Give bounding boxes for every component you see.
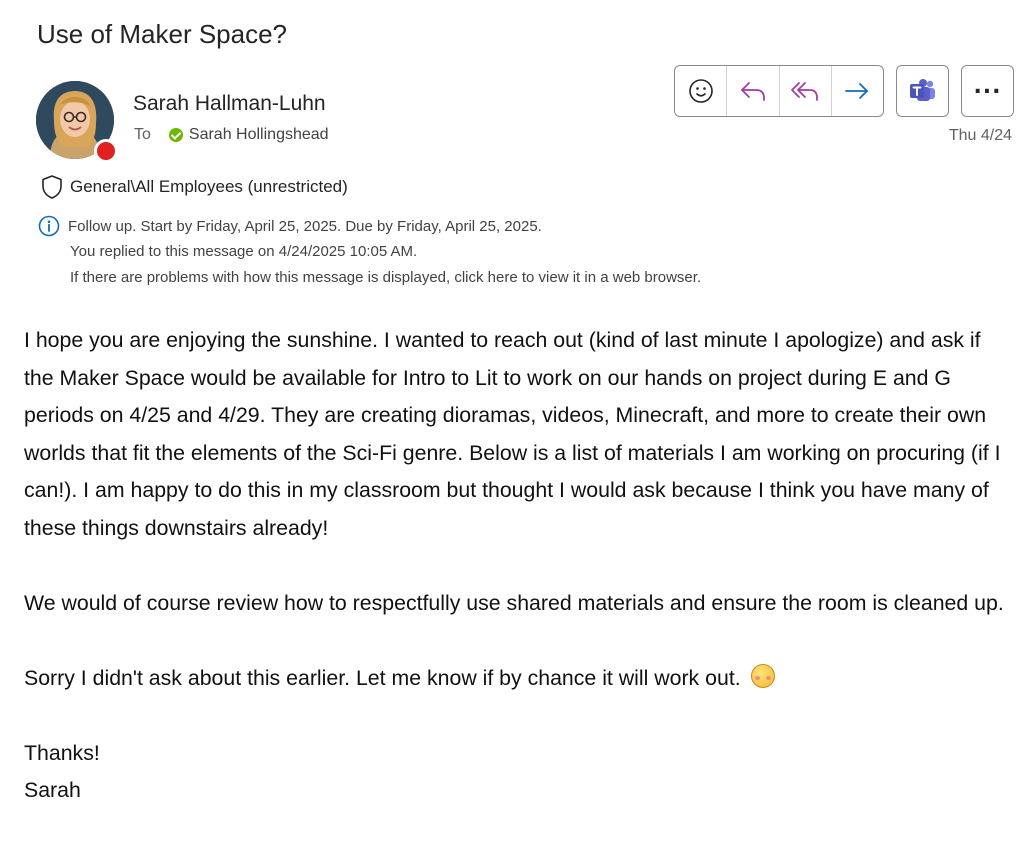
more-actions-button[interactable]: ... (961, 65, 1014, 117)
body-paragraph: I hope you are enjoying the sunshine. I … (24, 328, 1001, 540)
body-paragraph-text: Sorry I didn't ask about this earlier. L… (24, 665, 741, 690)
react-button[interactable] (675, 66, 728, 116)
body-paragraph: We would of course review how to respect… (24, 590, 1004, 615)
recipient-line: To Sarah Hollingshead (134, 126, 329, 144)
available-status-icon (168, 128, 183, 142)
sensitivity-label[interactable]: General\All Employees (unrestricted) (40, 174, 348, 200)
view-in-browser-link[interactable]: If there are problems with how this mess… (38, 265, 701, 291)
replied-text: You replied to this message on 4/24/2025… (70, 243, 418, 260)
email-body: I hope you are enjoying the sunshine. I … (24, 322, 1014, 810)
sender-name[interactable]: Sarah Hallman-Luhn (133, 92, 326, 116)
email-subject: Use of Maker Space? (37, 19, 288, 49)
message-info: Follow up. Start by Friday, April 25, 20… (38, 213, 701, 291)
follow-up-row: Follow up. Start by Friday, April 25, 20… (38, 213, 701, 239)
info-icon (38, 215, 60, 237)
sign-off: Thanks! (24, 740, 100, 765)
email-reading-pane: Use of Maker Space? Sarah Hallman-Luhn T… (0, 0, 1024, 862)
forward-icon (845, 83, 869, 99)
reply-button[interactable] (727, 66, 780, 116)
received-date: Thu 4/24 (948, 127, 1012, 144)
recipient-name[interactable]: Sarah Hollingshead (189, 126, 329, 144)
forward-button[interactable] (832, 66, 883, 116)
body-paragraph: Sorry I didn't ask about this earlier. L… (24, 660, 1014, 698)
reply-icon (740, 82, 765, 101)
teams-icon (909, 79, 935, 101)
emoji-react-icon (688, 79, 713, 103)
reply-all-button[interactable] (780, 66, 832, 116)
shield-icon (42, 175, 62, 199)
follow-up-text: Follow up. Start by Friday, April 25, 20… (68, 217, 542, 235)
more-icon: ... (973, 74, 1002, 99)
sensitivity-text: General\All Employees (unrestricted) (70, 177, 348, 196)
reply-all-icon (791, 82, 819, 101)
signature: Sarah (24, 778, 81, 802)
avatar[interactable] (36, 81, 118, 163)
blushing-face-emoji-icon (750, 663, 775, 688)
to-label: To (134, 126, 151, 143)
teams-button[interactable] (896, 65, 949, 117)
presence-busy-icon (94, 139, 118, 163)
message-actions (674, 65, 884, 117)
